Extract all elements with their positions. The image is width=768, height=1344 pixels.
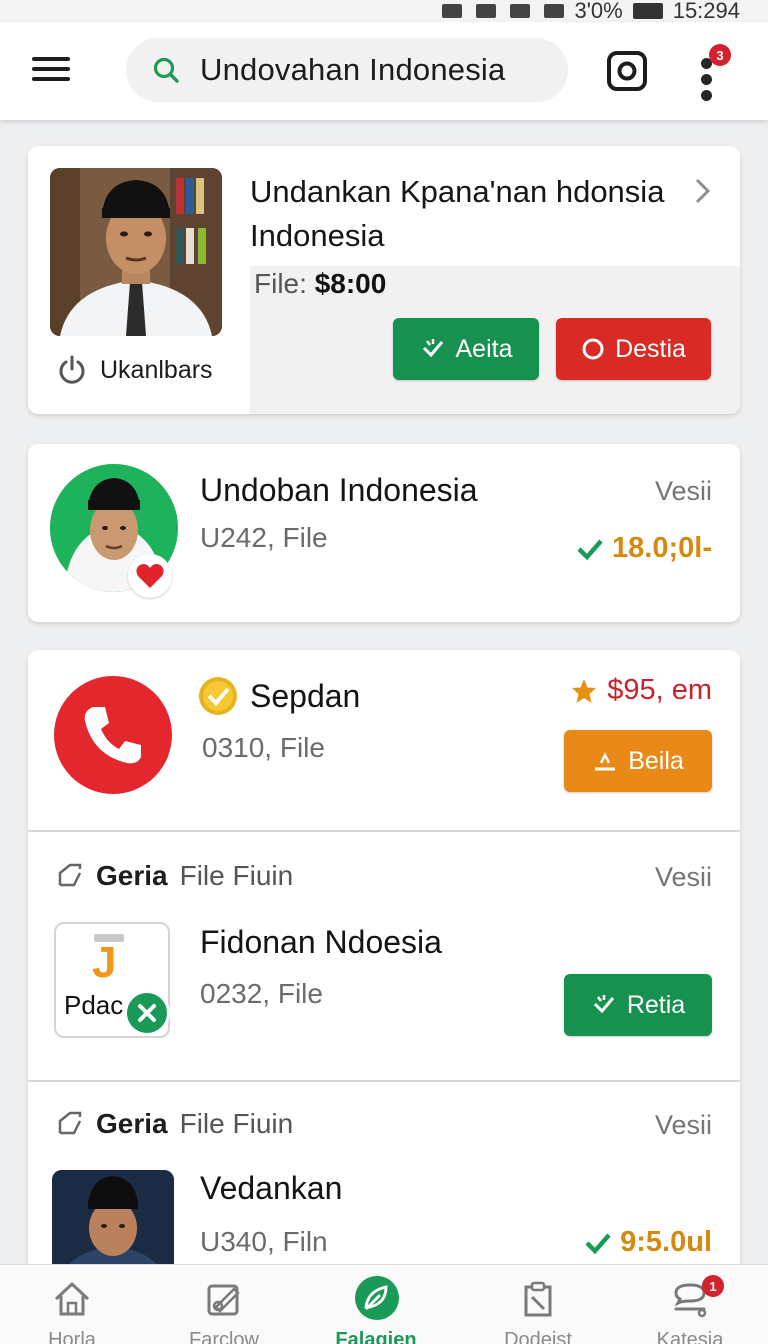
section-header: Geria File Fiuin (54, 1108, 293, 1140)
item-price: $95, em (571, 674, 712, 707)
invitation-list-item[interactable]: Undoban Indonesia U242, File Vesii 18.0;… (28, 444, 740, 622)
invitation-title[interactable]: Undankan Kpana'nan hdonsia Indonesia (250, 170, 690, 258)
section-header: Geria File Fiuin (54, 860, 293, 892)
item-title: Fidonan Ndoesia (200, 924, 442, 960)
item-price: 9:5.0ul (584, 1226, 712, 1259)
nav-falagien[interactable]: Falagien (316, 1265, 436, 1344)
nav-dodeist[interactable]: Dodeist (478, 1265, 598, 1344)
retry-button[interactable]: Retia (564, 974, 712, 1036)
creator-photo (52, 1170, 174, 1272)
menu-button[interactable] (30, 52, 74, 88)
status-bar: 3'0% 15:294 (0, 0, 768, 23)
camera-icon[interactable] (606, 50, 648, 92)
accept-icon (593, 995, 614, 1014)
file-list-item[interactable]: Geria File Fiuin Vesii Vedankan U340, Fi… (28, 1082, 740, 1272)
search-bar[interactable]: Undovahan Indonesia (126, 38, 568, 102)
item-subtitle: 0310, File (202, 732, 325, 763)
invitation-card-featured[interactable]: Undankan Kpana'nan hdonsia Indonesia Fil… (28, 146, 740, 414)
mute-icon (442, 4, 463, 18)
leaf-icon (355, 1276, 399, 1320)
top-app-bar: Undovahan Indonesia 3 (0, 22, 768, 120)
book-button[interactable]: Beila (564, 730, 712, 792)
item-title: Sepdan (250, 678, 361, 714)
wifi-icon (510, 4, 531, 18)
search-icon (153, 57, 179, 83)
notification-badge: 3 (709, 44, 731, 66)
nav-farclow[interactable]: Farclow (164, 1265, 284, 1344)
item-tag: Vesii (654, 476, 712, 506)
signal-icon (544, 4, 565, 18)
item-subtitle: U340, Filn (200, 1226, 328, 1257)
item-subtitle: U242, File (200, 522, 328, 553)
verified-badge-icon (199, 677, 237, 715)
check-icon (577, 539, 603, 560)
battery-icon (632, 3, 663, 19)
item-subtitle: 0232, File (200, 978, 323, 1009)
edit-image-icon (207, 1284, 240, 1316)
nav-badge: 1 (702, 1275, 724, 1297)
chevron-right-icon[interactable] (692, 176, 714, 206)
heart-icon[interactable] (128, 554, 172, 598)
file-list-item[interactable]: Geria File Fiuin Vesii J Pdac Fidonan Nd… (28, 832, 740, 1080)
phone-icon (84, 707, 141, 764)
accept-icon (422, 339, 443, 358)
item-tag: Vesii (654, 862, 712, 892)
edit-icon (58, 1111, 82, 1135)
clipboard-icon (524, 1281, 552, 1317)
reject-button[interactable]: Destia (556, 318, 711, 380)
bottom-navigation: Horla Farclow Falagien Dodeist 1 Katesia (0, 1264, 768, 1344)
home-icon (54, 1281, 90, 1316)
alarm-icon (476, 4, 497, 18)
phone-avatar (54, 676, 172, 794)
creator-photo (50, 168, 222, 336)
item-price: 18.0;0l- (576, 532, 712, 565)
clock: 15:294 (672, 0, 740, 23)
item-tag: Vesii (654, 1110, 712, 1140)
menu-icon (32, 57, 70, 61)
more-options-button[interactable]: 3 (696, 44, 740, 104)
item-title: Undoban Indonesia (200, 472, 478, 508)
edit-icon (58, 863, 82, 887)
nav-katesia[interactable]: 1 Katesia (630, 1265, 750, 1344)
circle-icon (582, 338, 604, 360)
close-icon[interactable] (124, 990, 170, 1036)
item-title: Vedankan (200, 1170, 343, 1206)
check-icon (585, 1233, 611, 1254)
creator-label: Ukanlbars (56, 354, 213, 386)
accept-button[interactable]: Aeita (393, 318, 539, 380)
star-icon (572, 678, 597, 703)
file-price: File: $8:00 (254, 268, 387, 299)
battery-percent: 3'0% (574, 0, 623, 23)
sparkle-icon (595, 752, 616, 771)
call-list-item[interactable]: Sepdan 0310, File $95, em Beila (28, 650, 740, 830)
search-query[interactable]: Undovahan Indonesia (200, 52, 505, 88)
status-icons (442, 4, 565, 18)
nav-home[interactable]: Horla (12, 1265, 132, 1344)
power-icon (59, 355, 85, 384)
